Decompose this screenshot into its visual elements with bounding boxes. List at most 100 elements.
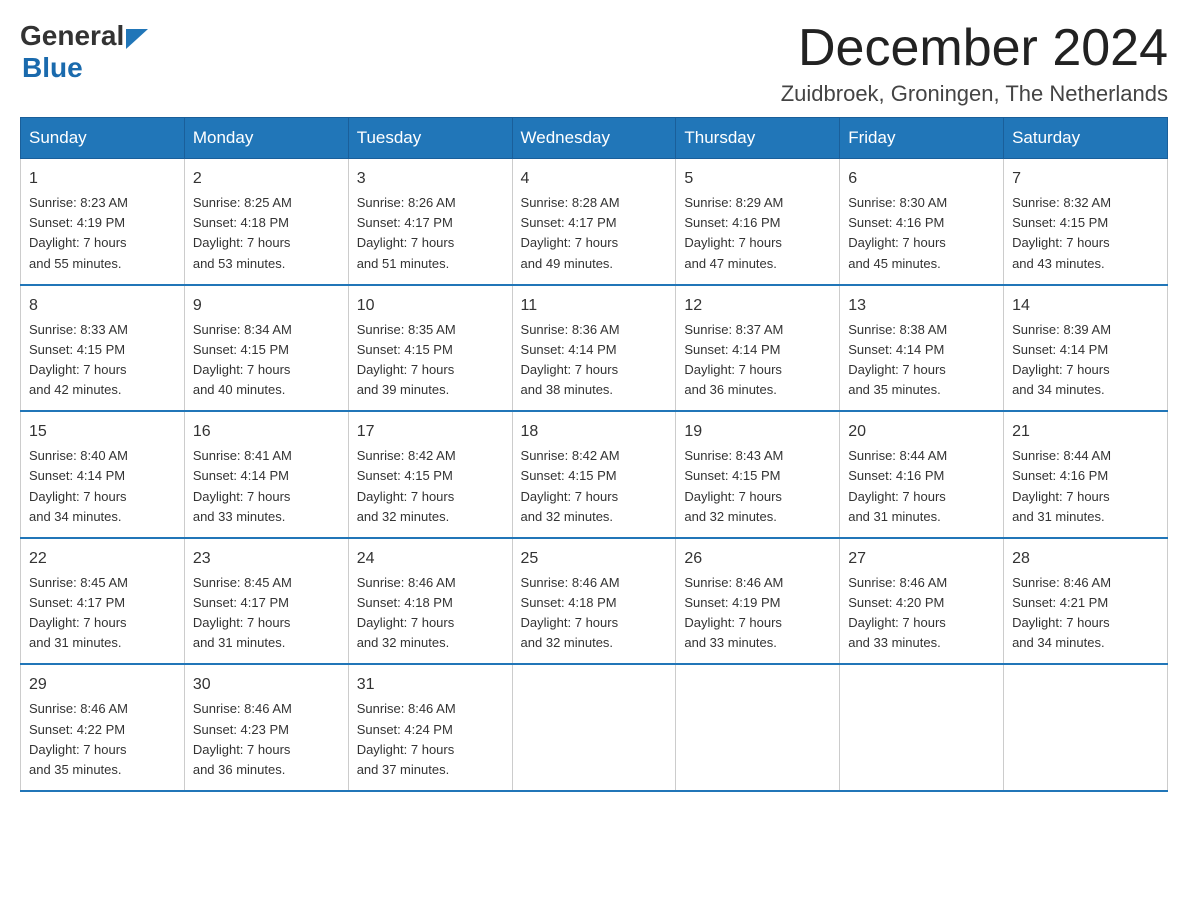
day-number: 14	[1012, 294, 1159, 318]
calendar-cell: 21Sunrise: 8:44 AMSunset: 4:16 PMDayligh…	[1004, 411, 1168, 538]
calendar-cell: 15Sunrise: 8:40 AMSunset: 4:14 PMDayligh…	[21, 411, 185, 538]
calendar-cell: 7Sunrise: 8:32 AMSunset: 4:15 PMDaylight…	[1004, 159, 1168, 285]
calendar-table: SundayMondayTuesdayWednesdayThursdayFrid…	[20, 117, 1168, 792]
calendar-cell: 4Sunrise: 8:28 AMSunset: 4:17 PMDaylight…	[512, 159, 676, 285]
calendar-cell: 11Sunrise: 8:36 AMSunset: 4:14 PMDayligh…	[512, 285, 676, 412]
day-info: Sunrise: 8:33 AMSunset: 4:15 PMDaylight:…	[29, 320, 176, 401]
calendar-cell: 13Sunrise: 8:38 AMSunset: 4:14 PMDayligh…	[840, 285, 1004, 412]
calendar-cell: 12Sunrise: 8:37 AMSunset: 4:14 PMDayligh…	[676, 285, 840, 412]
column-header-saturday: Saturday	[1004, 118, 1168, 159]
calendar-cell: 14Sunrise: 8:39 AMSunset: 4:14 PMDayligh…	[1004, 285, 1168, 412]
calendar-week-row: 22Sunrise: 8:45 AMSunset: 4:17 PMDayligh…	[21, 538, 1168, 665]
day-info: Sunrise: 8:32 AMSunset: 4:15 PMDaylight:…	[1012, 193, 1159, 274]
calendar-cell: 31Sunrise: 8:46 AMSunset: 4:24 PMDayligh…	[348, 664, 512, 791]
calendar-week-row: 29Sunrise: 8:46 AMSunset: 4:22 PMDayligh…	[21, 664, 1168, 791]
day-info: Sunrise: 8:46 AMSunset: 4:18 PMDaylight:…	[521, 573, 668, 654]
day-info: Sunrise: 8:46 AMSunset: 4:20 PMDaylight:…	[848, 573, 995, 654]
calendar-cell: 25Sunrise: 8:46 AMSunset: 4:18 PMDayligh…	[512, 538, 676, 665]
day-number: 16	[193, 420, 340, 444]
calendar-cell: 3Sunrise: 8:26 AMSunset: 4:17 PMDaylight…	[348, 159, 512, 285]
day-info: Sunrise: 8:37 AMSunset: 4:14 PMDaylight:…	[684, 320, 831, 401]
column-header-friday: Friday	[840, 118, 1004, 159]
day-info: Sunrise: 8:34 AMSunset: 4:15 PMDaylight:…	[193, 320, 340, 401]
day-info: Sunrise: 8:30 AMSunset: 4:16 PMDaylight:…	[848, 193, 995, 274]
day-number: 12	[684, 294, 831, 318]
day-info: Sunrise: 8:36 AMSunset: 4:14 PMDaylight:…	[521, 320, 668, 401]
day-info: Sunrise: 8:26 AMSunset: 4:17 PMDaylight:…	[357, 193, 504, 274]
calendar-cell: 23Sunrise: 8:45 AMSunset: 4:17 PMDayligh…	[184, 538, 348, 665]
calendar-week-row: 1Sunrise: 8:23 AMSunset: 4:19 PMDaylight…	[21, 159, 1168, 285]
header: General Blue December 2024 Zuidbroek, Gr…	[20, 20, 1168, 107]
day-number: 25	[521, 547, 668, 571]
day-number: 10	[357, 294, 504, 318]
day-info: Sunrise: 8:38 AMSunset: 4:14 PMDaylight:…	[848, 320, 995, 401]
day-number: 23	[193, 547, 340, 571]
day-number: 6	[848, 167, 995, 191]
logo-general-text: General	[20, 20, 124, 52]
day-info: Sunrise: 8:46 AMSunset: 4:18 PMDaylight:…	[357, 573, 504, 654]
logo: General Blue	[20, 20, 148, 84]
day-info: Sunrise: 8:43 AMSunset: 4:15 PMDaylight:…	[684, 446, 831, 527]
day-number: 5	[684, 167, 831, 191]
day-info: Sunrise: 8:23 AMSunset: 4:19 PMDaylight:…	[29, 193, 176, 274]
day-info: Sunrise: 8:42 AMSunset: 4:15 PMDaylight:…	[357, 446, 504, 527]
day-info: Sunrise: 8:46 AMSunset: 4:23 PMDaylight:…	[193, 699, 340, 780]
column-header-monday: Monday	[184, 118, 348, 159]
column-header-thursday: Thursday	[676, 118, 840, 159]
day-number: 9	[193, 294, 340, 318]
logo-triangle-icon	[126, 29, 148, 49]
calendar-cell: 9Sunrise: 8:34 AMSunset: 4:15 PMDaylight…	[184, 285, 348, 412]
calendar-cell	[512, 664, 676, 791]
day-info: Sunrise: 8:39 AMSunset: 4:14 PMDaylight:…	[1012, 320, 1159, 401]
day-number: 30	[193, 673, 340, 697]
day-info: Sunrise: 8:45 AMSunset: 4:17 PMDaylight:…	[193, 573, 340, 654]
calendar-cell: 22Sunrise: 8:45 AMSunset: 4:17 PMDayligh…	[21, 538, 185, 665]
day-info: Sunrise: 8:44 AMSunset: 4:16 PMDaylight:…	[1012, 446, 1159, 527]
day-info: Sunrise: 8:46 AMSunset: 4:24 PMDaylight:…	[357, 699, 504, 780]
calendar-cell: 8Sunrise: 8:33 AMSunset: 4:15 PMDaylight…	[21, 285, 185, 412]
calendar-cell: 17Sunrise: 8:42 AMSunset: 4:15 PMDayligh…	[348, 411, 512, 538]
day-number: 2	[193, 167, 340, 191]
day-info: Sunrise: 8:28 AMSunset: 4:17 PMDaylight:…	[521, 193, 668, 274]
calendar-cell: 16Sunrise: 8:41 AMSunset: 4:14 PMDayligh…	[184, 411, 348, 538]
calendar-week-row: 8Sunrise: 8:33 AMSunset: 4:15 PMDaylight…	[21, 285, 1168, 412]
calendar-cell: 19Sunrise: 8:43 AMSunset: 4:15 PMDayligh…	[676, 411, 840, 538]
day-info: Sunrise: 8:46 AMSunset: 4:19 PMDaylight:…	[684, 573, 831, 654]
calendar-cell: 1Sunrise: 8:23 AMSunset: 4:19 PMDaylight…	[21, 159, 185, 285]
column-header-sunday: Sunday	[21, 118, 185, 159]
calendar-cell: 10Sunrise: 8:35 AMSunset: 4:15 PMDayligh…	[348, 285, 512, 412]
day-number: 19	[684, 420, 831, 444]
calendar-cell	[840, 664, 1004, 791]
day-number: 7	[1012, 167, 1159, 191]
calendar-cell: 5Sunrise: 8:29 AMSunset: 4:16 PMDaylight…	[676, 159, 840, 285]
day-info: Sunrise: 8:41 AMSunset: 4:14 PMDaylight:…	[193, 446, 340, 527]
calendar-cell	[676, 664, 840, 791]
calendar-cell: 20Sunrise: 8:44 AMSunset: 4:16 PMDayligh…	[840, 411, 1004, 538]
page-subtitle: Zuidbroek, Groningen, The Netherlands	[781, 81, 1168, 107]
day-info: Sunrise: 8:46 AMSunset: 4:21 PMDaylight:…	[1012, 573, 1159, 654]
day-number: 11	[521, 294, 668, 318]
day-number: 31	[357, 673, 504, 697]
calendar-cell: 2Sunrise: 8:25 AMSunset: 4:18 PMDaylight…	[184, 159, 348, 285]
day-number: 8	[29, 294, 176, 318]
day-info: Sunrise: 8:25 AMSunset: 4:18 PMDaylight:…	[193, 193, 340, 274]
day-number: 3	[357, 167, 504, 191]
day-number: 1	[29, 167, 176, 191]
logo-blue-text: Blue	[20, 52, 83, 84]
day-number: 15	[29, 420, 176, 444]
calendar-cell: 24Sunrise: 8:46 AMSunset: 4:18 PMDayligh…	[348, 538, 512, 665]
column-header-tuesday: Tuesday	[348, 118, 512, 159]
day-number: 29	[29, 673, 176, 697]
calendar-cell: 28Sunrise: 8:46 AMSunset: 4:21 PMDayligh…	[1004, 538, 1168, 665]
day-info: Sunrise: 8:29 AMSunset: 4:16 PMDaylight:…	[684, 193, 831, 274]
day-info: Sunrise: 8:35 AMSunset: 4:15 PMDaylight:…	[357, 320, 504, 401]
calendar-week-row: 15Sunrise: 8:40 AMSunset: 4:14 PMDayligh…	[21, 411, 1168, 538]
calendar-cell: 29Sunrise: 8:46 AMSunset: 4:22 PMDayligh…	[21, 664, 185, 791]
day-number: 18	[521, 420, 668, 444]
page-title: December 2024	[781, 20, 1168, 77]
calendar-cell: 30Sunrise: 8:46 AMSunset: 4:23 PMDayligh…	[184, 664, 348, 791]
day-number: 28	[1012, 547, 1159, 571]
calendar-header-row: SundayMondayTuesdayWednesdayThursdayFrid…	[21, 118, 1168, 159]
day-info: Sunrise: 8:44 AMSunset: 4:16 PMDaylight:…	[848, 446, 995, 527]
day-number: 24	[357, 547, 504, 571]
